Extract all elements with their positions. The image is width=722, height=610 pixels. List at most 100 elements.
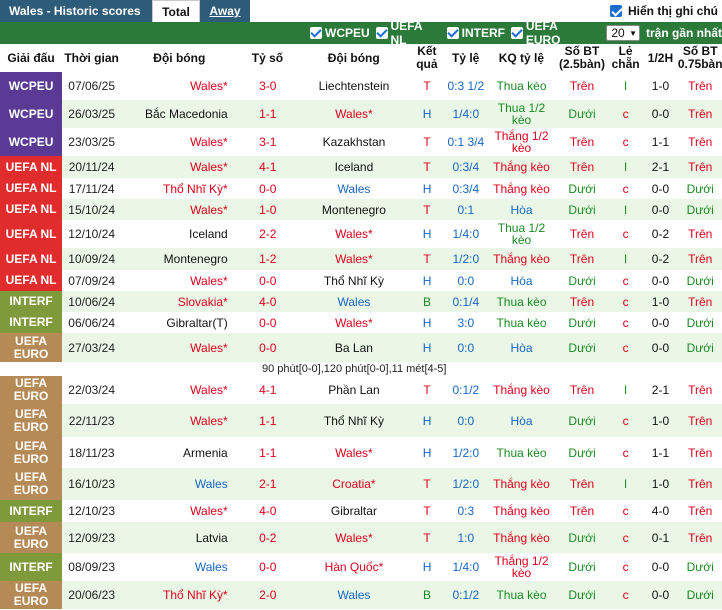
- odd-even: c: [622, 227, 629, 241]
- away-team[interactable]: Wales: [298, 178, 410, 199]
- table-row: UEFA NL 17/11/24 Thổ Nhĩ Kỳ* 0-0 Wales H 0:3/4…: [0, 178, 722, 199]
- home-team[interactable]: Wales: [121, 553, 238, 581]
- competition-badge[interactable]: UEFA EURO: [0, 333, 63, 362]
- competition-badge[interactable]: UEFA EURO: [0, 376, 63, 404]
- match-score[interactable]: 0-0: [238, 178, 298, 199]
- away-team[interactable]: Wales*: [298, 312, 410, 333]
- away-team[interactable]: Phần Lan: [298, 376, 410, 404]
- match-score[interactable]: 4-0: [238, 291, 298, 312]
- away-team[interactable]: Wales*: [298, 522, 410, 553]
- filter-uefa-nl[interactable]: UEFA NL: [375, 19, 441, 47]
- away-team[interactable]: Wales*: [298, 100, 410, 128]
- competition-badge[interactable]: UEFA NL: [0, 248, 63, 270]
- home-team[interactable]: Slovakia*: [121, 291, 238, 312]
- away-team[interactable]: Ba Lan: [298, 333, 410, 362]
- home-team[interactable]: Montenegro: [121, 248, 238, 270]
- away-team[interactable]: Wales*: [298, 248, 410, 270]
- match-count-select[interactable]: 20 ▼: [606, 25, 640, 41]
- match-score[interactable]: 2-2: [238, 220, 298, 248]
- checkbox-icon[interactable]: [310, 27, 322, 39]
- match-score[interactable]: 1-1: [238, 404, 298, 437]
- match-score[interactable]: 0-0: [238, 553, 298, 581]
- match-score[interactable]: 0-0: [238, 270, 298, 291]
- home-team[interactable]: Wales*: [121, 333, 238, 362]
- away-team[interactable]: Croatia*: [298, 468, 410, 500]
- checkbox-icon[interactable]: [510, 27, 523, 39]
- odd-even: c: [622, 504, 629, 518]
- away-team[interactable]: Gibraltar: [298, 500, 410, 522]
- home-team[interactable]: Armenia: [121, 437, 238, 468]
- competition-badge[interactable]: UEFA EURO: [0, 468, 63, 500]
- home-team[interactable]: Latvia: [121, 522, 238, 553]
- away-team[interactable]: Thổ Nhĩ Kỳ: [298, 270, 410, 291]
- checkbox-icon[interactable]: [610, 5, 622, 17]
- home-team[interactable]: Wales*: [121, 199, 238, 220]
- competition-badge[interactable]: INTERF: [0, 312, 63, 333]
- home-team[interactable]: Wales: [121, 468, 238, 500]
- checkbox-icon[interactable]: [375, 27, 388, 39]
- match-score[interactable]: 4-1: [238, 156, 298, 178]
- match-score[interactable]: 1-2: [238, 248, 298, 270]
- match-score[interactable]: 2-0: [238, 581, 298, 609]
- home-team[interactable]: Thổ Nhĩ Kỳ*: [121, 581, 238, 609]
- competition-badge[interactable]: UEFA EURO: [0, 437, 63, 468]
- competition-badge[interactable]: WCPEU: [0, 128, 63, 156]
- match-score[interactable]: 3-1: [238, 128, 298, 156]
- away-team[interactable]: Wales*: [298, 437, 410, 468]
- competition-badge[interactable]: UEFA NL: [0, 156, 63, 178]
- tab-total[interactable]: Total: [152, 0, 200, 22]
- table-row: UEFA NL 07/09/24 Wales* 0-0 Thổ Nhĩ Kỳ H 0:0 Hò…: [0, 270, 722, 291]
- competition-badge[interactable]: UEFA EURO: [0, 404, 63, 437]
- competition-badge[interactable]: INTERF: [0, 500, 63, 522]
- show-notes-toggle[interactable]: Hiển thị ghi chú: [610, 0, 718, 22]
- away-team[interactable]: Kazakhstan: [298, 128, 410, 156]
- filter-wcpeu[interactable]: WCPEU: [310, 26, 370, 40]
- match-score[interactable]: 0-0: [238, 312, 298, 333]
- match-score[interactable]: 1-1: [238, 437, 298, 468]
- competition-badge[interactable]: INTERF: [0, 291, 63, 312]
- home-team[interactable]: Wales*: [121, 72, 238, 100]
- home-team[interactable]: Wales*: [121, 376, 238, 404]
- home-team[interactable]: Wales*: [121, 270, 238, 291]
- home-team[interactable]: Iceland: [121, 220, 238, 248]
- away-team[interactable]: Wales*: [298, 220, 410, 248]
- match-score[interactable]: 3-0: [238, 72, 298, 100]
- tab-away[interactable]: Away: [200, 0, 250, 22]
- away-team[interactable]: Wales: [298, 291, 410, 312]
- home-team[interactable]: Wales*: [121, 156, 238, 178]
- filter-interf[interactable]: INTERF: [446, 26, 505, 40]
- over-under: Trên: [569, 227, 595, 241]
- home-team[interactable]: Wales*: [121, 404, 238, 437]
- match-score[interactable]: 0-2: [238, 522, 298, 553]
- filter-uefa-euro[interactable]: UEFA EURO: [510, 19, 594, 47]
- competition-badge[interactable]: WCPEU: [0, 72, 63, 100]
- competition-badge[interactable]: WCPEU: [0, 100, 63, 128]
- home-team[interactable]: Wales*: [121, 500, 238, 522]
- competition-badge[interactable]: UEFA EURO: [0, 581, 63, 609]
- match-score[interactable]: 0-0: [238, 333, 298, 362]
- match-score[interactable]: 1-0: [238, 199, 298, 220]
- match-score[interactable]: 1-1: [238, 100, 298, 128]
- away-team[interactable]: Iceland: [298, 156, 410, 178]
- competition-badge[interactable]: UEFA NL: [0, 270, 63, 291]
- match-score[interactable]: 4-1: [238, 376, 298, 404]
- home-team[interactable]: Bắc Macedonia: [121, 100, 238, 128]
- half-time-score: 1-0: [651, 294, 670, 309]
- home-team[interactable]: Wales*: [121, 128, 238, 156]
- away-team[interactable]: Wales: [298, 581, 410, 609]
- match-score[interactable]: 4-0: [238, 500, 298, 522]
- competition-badge[interactable]: UEFA NL: [0, 220, 63, 248]
- checkbox-icon[interactable]: [446, 27, 459, 39]
- half-time-score: 2-1: [651, 160, 670, 174]
- competition-badge[interactable]: UEFA EURO: [0, 522, 63, 553]
- away-team[interactable]: Liechtenstein: [298, 72, 410, 100]
- competition-badge[interactable]: UEFA NL: [0, 178, 63, 199]
- away-team[interactable]: Thổ Nhĩ Kỳ: [298, 404, 410, 437]
- home-team[interactable]: Gibraltar(T): [121, 312, 238, 333]
- home-team[interactable]: Thổ Nhĩ Kỳ*: [121, 178, 238, 199]
- match-score[interactable]: 2-1: [238, 468, 298, 500]
- away-team[interactable]: Montenegro: [298, 199, 410, 220]
- competition-badge[interactable]: UEFA NL: [0, 199, 63, 220]
- away-team[interactable]: Hàn Quốc*: [298, 553, 410, 581]
- competition-badge[interactable]: INTERF: [0, 553, 63, 581]
